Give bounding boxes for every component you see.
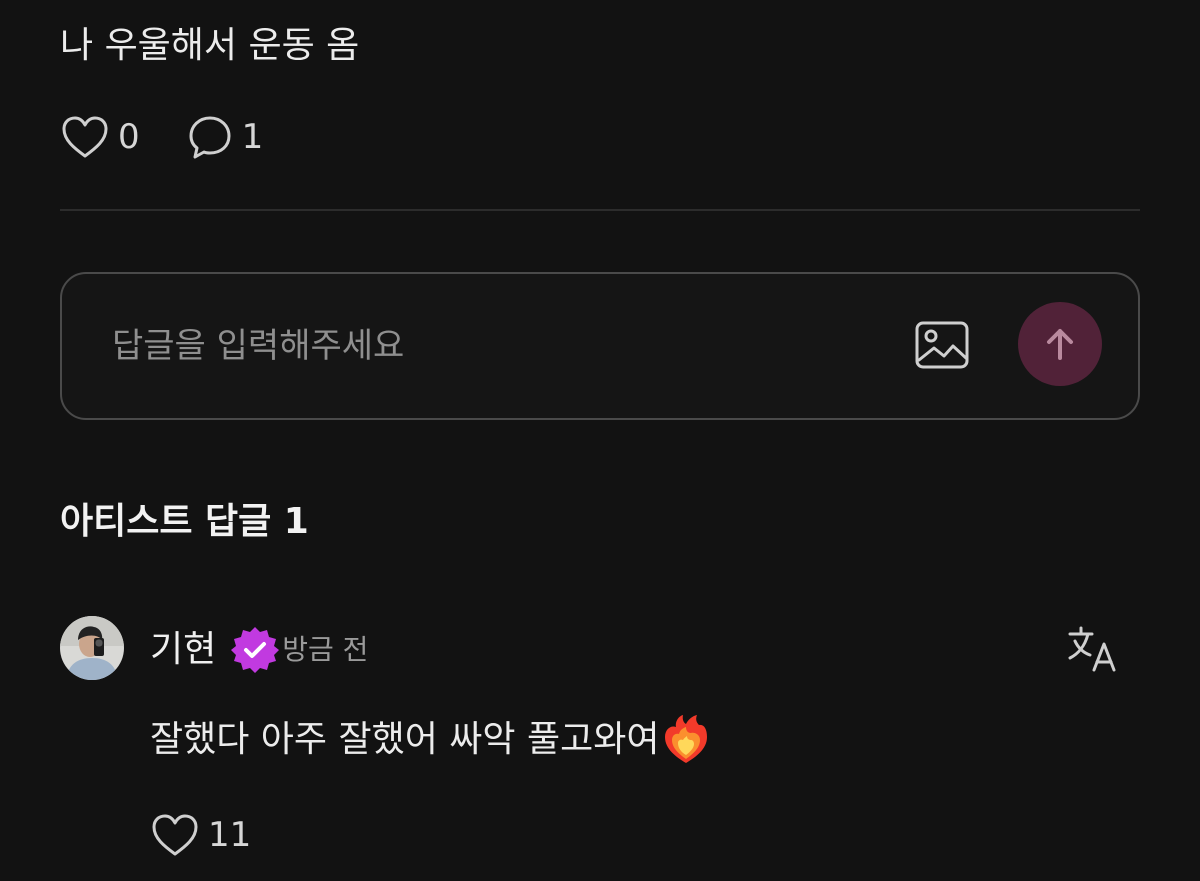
author-row: 기현 방금 전 [150, 622, 368, 678]
heart-on-fire-emoji-icon [665, 715, 708, 763]
verified-badge-icon [231, 627, 280, 673]
comment-timestamp: 방금 전 [282, 633, 369, 666]
avatar[interactable] [60, 616, 124, 680]
arrow-up-icon [1047, 329, 1073, 360]
comment-text-row: 잘했다 아주 잘했어 싸악 풀고와여 [150, 712, 711, 768]
artist-comment: 기현 방금 전 잘했다 아주 잘했어 싸악 풀고와여 11 [60, 614, 1140, 881]
image-attach-button[interactable] [912, 318, 972, 374]
divider [60, 209, 1140, 211]
speech-bubble-icon [189, 116, 231, 159]
translate-icon [1068, 626, 1116, 672]
post-like-button[interactable]: 0 [60, 114, 140, 160]
post-comment-button[interactable]: 1 [186, 113, 264, 161]
reply-input[interactable] [112, 318, 872, 374]
author-name[interactable]: 기현 [150, 632, 216, 668]
comment-like-button[interactable]: 11 [150, 810, 251, 860]
heart-outline-icon [152, 814, 198, 856]
avatar-photo [60, 616, 124, 680]
post-text: 나 우울해서 운동 옴 [60, 25, 360, 66]
heart-outline-icon [62, 116, 108, 158]
post-like-count: 0 [118, 117, 140, 157]
comment-like-count: 11 [208, 815, 252, 855]
comment-text: 잘했다 아주 잘했어 싸악 풀고와여 [150, 719, 660, 760]
translate-button[interactable] [1066, 624, 1120, 674]
artist-replies-title: 아티스트 답글 1 [60, 501, 309, 542]
image-icon [915, 321, 969, 369]
post-stats: 0 1 [60, 112, 309, 162]
post-comment-count: 1 [241, 117, 264, 157]
reply-box [60, 272, 1140, 420]
send-button[interactable] [1018, 302, 1102, 386]
